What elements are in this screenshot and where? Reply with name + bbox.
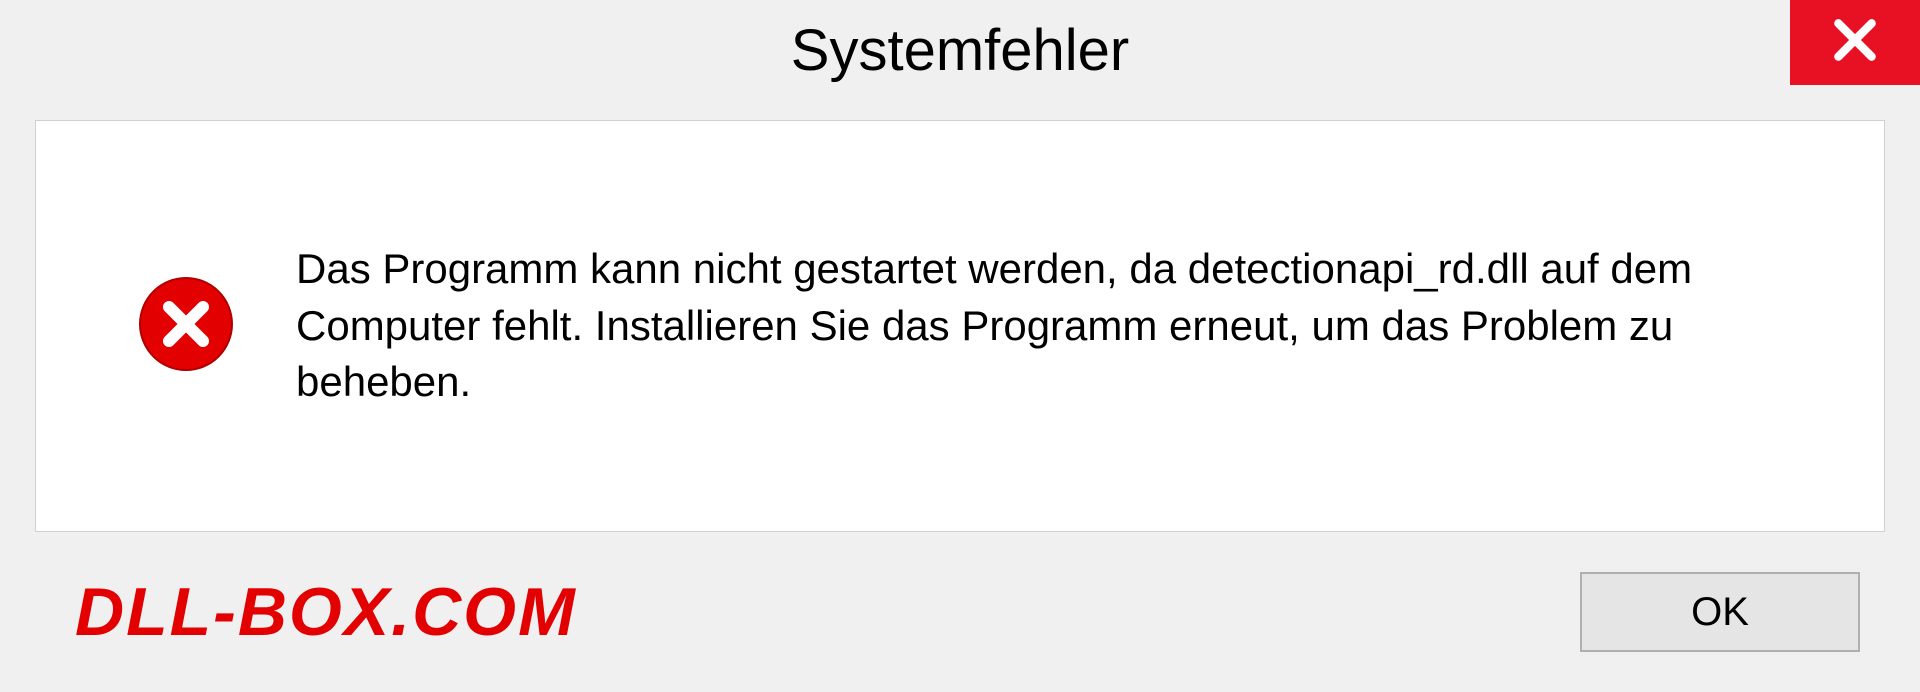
watermark-text: DLL-BOX.COM [75, 573, 577, 651]
ok-button[interactable]: OK [1580, 572, 1860, 652]
titlebar: Systemfehler [0, 0, 1920, 100]
content-area: Das Programm kann nicht gestartet werden… [35, 120, 1885, 532]
error-dialog: Systemfehler Das Programm kann nicht ges… [0, 0, 1920, 692]
dialog-title: Systemfehler [791, 17, 1129, 84]
error-message: Das Programm kann nicht gestartet werden… [296, 241, 1824, 411]
error-icon [136, 274, 236, 379]
dialog-footer: DLL-BOX.COM OK [0, 532, 1920, 692]
close-button[interactable] [1790, 0, 1920, 85]
close-icon [1830, 15, 1880, 70]
